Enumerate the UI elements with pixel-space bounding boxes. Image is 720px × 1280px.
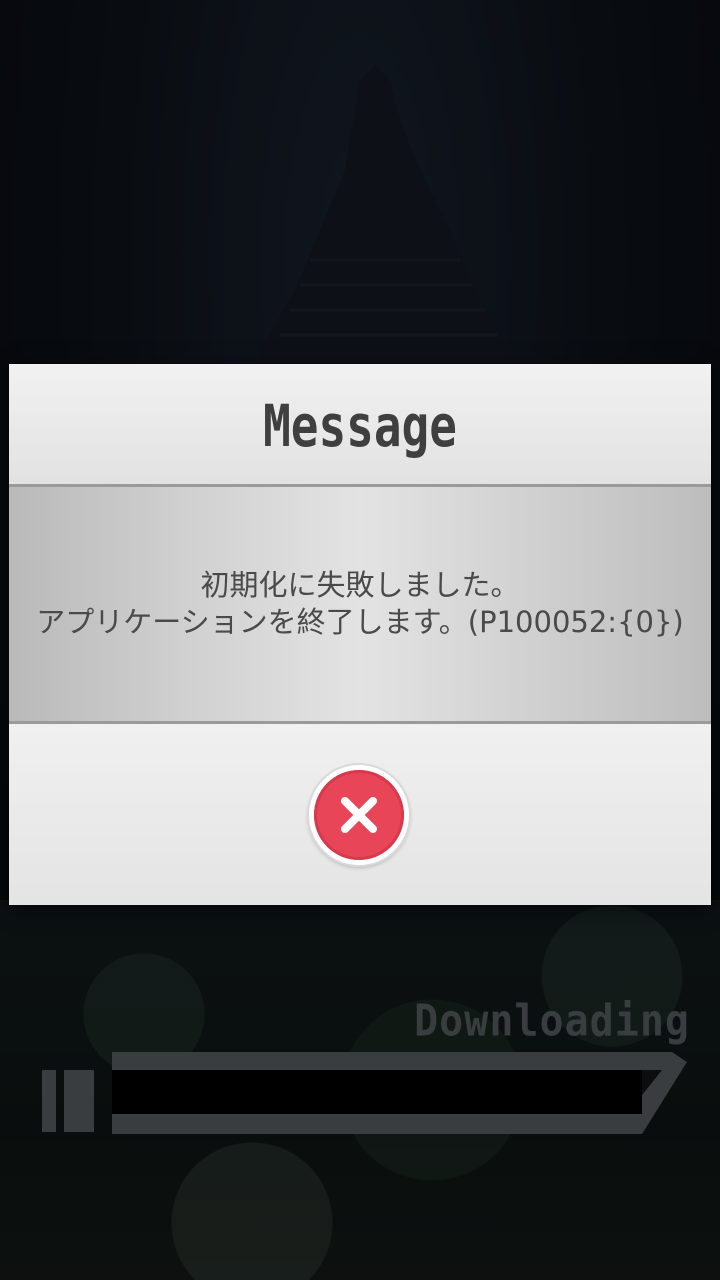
dialog-body: 初期化に失敗しました。 アプリケーションを終了します。(P100052:{0})	[9, 484, 711, 724]
message-line-1: 初期化に失敗しました。	[200, 568, 520, 602]
message-dialog: Message 初期化に失敗しました。 アプリケーションを終了します。(P100…	[9, 364, 711, 905]
dialog-title: Message	[263, 392, 457, 460]
download-progress-bar	[42, 1052, 687, 1134]
dialog-header: Message	[9, 364, 711, 484]
close-icon	[341, 797, 377, 833]
close-button[interactable]	[309, 765, 409, 865]
downloading-label: Downloading	[414, 995, 690, 1047]
message-line-2: アプリケーションを終了します。(P100052:{0})	[36, 605, 684, 639]
dialog-footer	[9, 724, 711, 905]
